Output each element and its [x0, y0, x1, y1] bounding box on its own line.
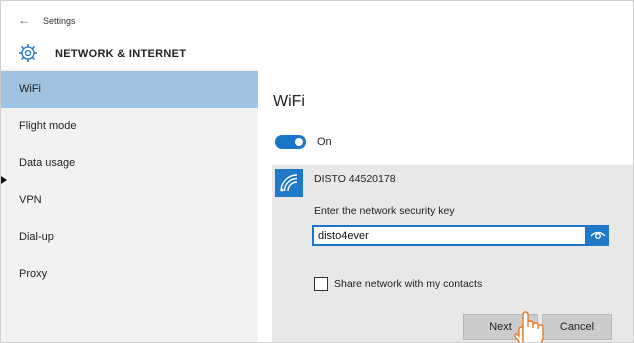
sidebar-item-data-usage[interactable]: Data usage	[1, 145, 258, 182]
gear-icon	[19, 44, 37, 62]
hand-cursor-icon	[514, 311, 544, 342]
sidebar-item-flight-mode[interactable]: Flight mode	[1, 108, 258, 145]
share-network-checkbox[interactable]	[314, 277, 328, 291]
wifi-heading: WiFi	[273, 93, 305, 110]
window-title: Settings	[43, 16, 76, 26]
toggle-knob	[295, 138, 303, 146]
section-header: NETWORK & INTERNET	[1, 39, 633, 69]
wifi-icon	[275, 169, 303, 197]
network-panel: DISTO 44520178 Enter the network securit…	[272, 165, 633, 342]
share-network-label: Share network with my contacts	[334, 278, 483, 290]
cancel-button[interactable]: Cancel	[542, 314, 612, 340]
page-title: NETWORK & INTERNET	[55, 48, 187, 60]
back-arrow-icon[interactable]: ←	[18, 13, 32, 27]
security-key-label: Enter the network security key	[314, 205, 455, 217]
sidebar-item-wifi[interactable]: WiFi	[1, 71, 258, 108]
wifi-toggle[interactable]	[275, 135, 306, 149]
pointer-arrow-icon	[1, 176, 7, 184]
network-ssid: DISTO 44520178	[314, 173, 396, 185]
eye-icon[interactable]	[587, 225, 609, 246]
toggle-label: On	[317, 136, 332, 148]
title-bar: ← Settings	[1, 1, 633, 39]
sidebar-item-vpn[interactable]: VPN	[1, 182, 258, 219]
sidebar-item-proxy[interactable]: Proxy	[1, 256, 258, 293]
settings-window: ← Settings NETWORK & INTERNET WiFi Fligh…	[0, 0, 634, 343]
sidebar-item-dial-up[interactable]: Dial-up	[1, 219, 258, 256]
main-content: WiFi On DISTO 44520178 Enter the network…	[258, 69, 633, 342]
sidebar: WiFi Flight mode Data usage VPN Dial-up …	[1, 69, 258, 342]
security-key-input[interactable]	[312, 225, 587, 246]
